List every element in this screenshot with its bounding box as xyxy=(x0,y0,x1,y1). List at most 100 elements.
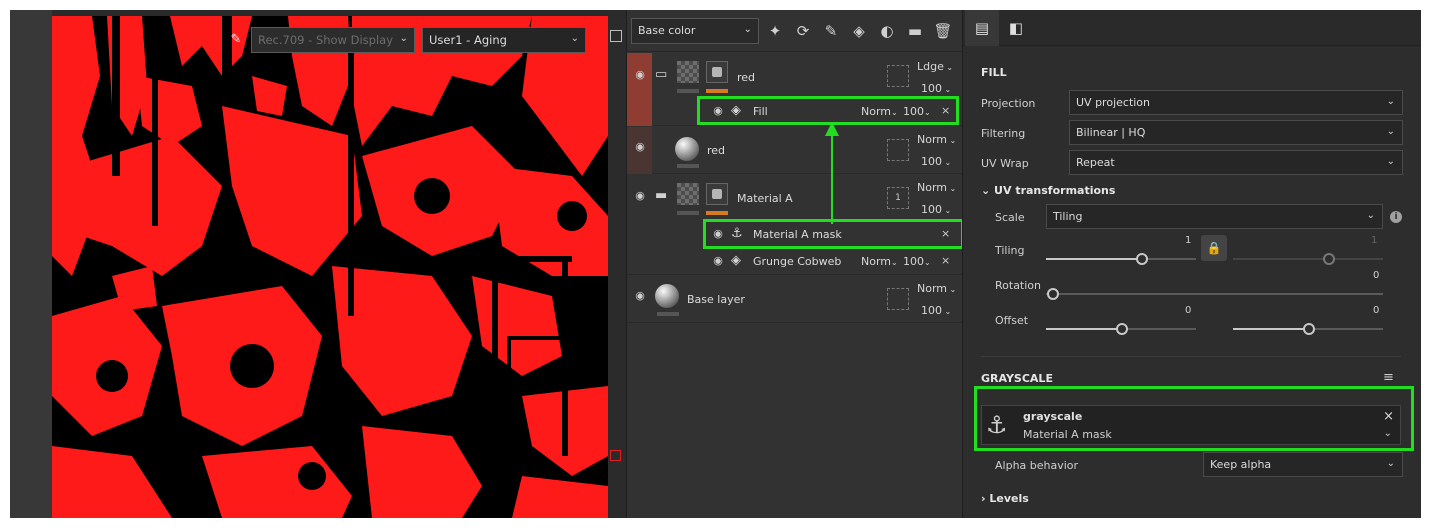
offset-label: Offset xyxy=(995,314,1029,327)
viewport-canvas[interactable] xyxy=(52,16,608,518)
projection-value: UV projection xyxy=(1076,96,1151,109)
folder-open-icon: ▭ xyxy=(655,67,668,82)
mask-texture-preview xyxy=(52,16,608,518)
colorspace-select-label: Rec.709 - Show Display xyxy=(258,33,394,47)
projection-select[interactable]: UV projection ⌄ xyxy=(1069,90,1403,115)
rotation-label: Rotation xyxy=(995,279,1042,292)
mask-thumbnail[interactable] xyxy=(706,183,728,205)
opacity-label: 100 xyxy=(921,203,942,216)
scale-select[interactable]: Tiling ⌄ xyxy=(1046,204,1383,229)
layer-content-placeholder xyxy=(887,288,909,310)
mask-thumbnail[interactable] xyxy=(706,61,728,83)
chevron-down-icon: ⌄ xyxy=(743,23,752,35)
offset-x-slider-knob[interactable] xyxy=(1116,323,1128,335)
filtering-label: Filtering xyxy=(981,127,1026,140)
viewport-left-margin xyxy=(10,10,52,518)
viewport-3d[interactable]: ✎ Rec.709 - Show Display ⌄ User1 - Aging… xyxy=(10,10,626,518)
blend-mode[interactable]: Ldge ⌄ xyxy=(917,60,953,73)
highlight-grayscale xyxy=(974,386,1414,451)
rotation-slider-track[interactable] xyxy=(1046,293,1383,295)
brush-icon[interactable]: ✎ xyxy=(819,19,843,43)
opacity[interactable]: 100 ⌄ xyxy=(921,82,951,95)
layer-name: Material A xyxy=(737,192,793,205)
opacity[interactable]: 100 ⌄ xyxy=(921,203,951,216)
eye-icon[interactable]: ◉ xyxy=(633,141,647,152)
layer-name: red xyxy=(707,144,726,157)
layer-content-placeholder xyxy=(887,139,909,161)
layer-row-red[interactable]: ◉ red Norm ⌄ 100 ⌄ xyxy=(627,127,963,174)
offset-y-value: 0 xyxy=(1373,305,1380,316)
info-icon[interactable]: i xyxy=(1390,211,1402,223)
add-effect-icon[interactable]: ⟳ xyxy=(791,19,815,43)
blend-mode[interactable]: Norm ⌄ xyxy=(917,181,956,194)
offset-x-slider-fill xyxy=(1046,328,1122,330)
eye-icon[interactable]: ◉ xyxy=(633,190,647,201)
menu-icon[interactable]: ≡ xyxy=(1383,370,1394,385)
chevron-down-icon: ⌄ xyxy=(1386,96,1395,107)
offset-y-slider-fill xyxy=(1233,328,1309,330)
eye-icon[interactable]: ◉ xyxy=(711,255,725,266)
layer-selected-indicator xyxy=(627,53,652,126)
offset-y-slider-knob[interactable] xyxy=(1303,323,1315,335)
channel-select[interactable]: Base color ⌄ xyxy=(631,17,759,44)
fill-section-title: FILL xyxy=(981,66,1007,79)
folder-icon: ▬ xyxy=(655,188,668,203)
lock-icon[interactable]: 🔒 xyxy=(1201,235,1227,261)
levels-header[interactable]: › Levels xyxy=(981,492,1029,505)
layer-thumbnail xyxy=(677,61,699,83)
levels-title: Levels xyxy=(989,492,1029,505)
close-icon[interactable]: × xyxy=(941,254,950,267)
offset-x-value: 0 xyxy=(1185,305,1192,316)
rotation-value: 0 xyxy=(1373,270,1380,281)
blend-mode-label: Norm xyxy=(917,133,948,146)
chevron-down-icon: ⌄ xyxy=(1386,458,1395,469)
layer-content-placeholder xyxy=(887,65,909,87)
mask-count: 1 xyxy=(895,193,901,203)
chevron-down-icon: ⌄ xyxy=(570,33,579,44)
layer-row-base-layer[interactable]: ◉ Base layer Norm ⌄ 100 ⌄ xyxy=(627,276,963,323)
blend-mode[interactable]: Norm⌄ xyxy=(861,255,898,268)
layers-panel: Base color ⌄ ✦ ⟳ ✎ ◈ ◐ ▬ 🗑 ◉ ▭ red Ldge … xyxy=(626,10,964,518)
panel-toggle-icon[interactable] xyxy=(610,30,622,42)
eye-icon[interactable]: ◉ xyxy=(633,69,647,80)
blend-mode[interactable]: Norm ⌄ xyxy=(917,282,956,295)
folder-icon[interactable]: ▬ xyxy=(903,19,927,43)
tab-properties[interactable]: ▤ xyxy=(965,10,999,46)
opacity[interactable]: 100 ⌄ xyxy=(921,155,951,168)
thumbnail-bar xyxy=(677,164,699,168)
filtering-select[interactable]: Bilinear | HQ ⌄ xyxy=(1069,120,1403,145)
uvwrap-label: UV Wrap xyxy=(981,157,1029,170)
colorspace-select[interactable]: Rec.709 - Show Display ⌄ xyxy=(251,27,415,53)
filtering-value: Bilinear | HQ xyxy=(1076,126,1146,139)
opacity[interactable]: 100 ⌄ xyxy=(921,304,951,317)
chevron-down-icon: ⌄ xyxy=(981,184,995,197)
grunge-effect-row[interactable]: ◉ ◈ Grunge Cobweb Norm⌄ 100⌄ × xyxy=(703,248,961,274)
eye-icon[interactable]: ◉ xyxy=(633,290,647,301)
blend-mode[interactable]: Norm ⌄ xyxy=(917,133,956,146)
display-edit-icon[interactable]: ✎ xyxy=(228,32,244,48)
rotation-slider-knob[interactable] xyxy=(1047,288,1059,300)
opacity-label: 100 xyxy=(903,255,924,268)
magic-wand-icon[interactable]: ✦ xyxy=(763,19,787,43)
material-ball-icon[interactable]: ◐ xyxy=(875,19,899,43)
trash-icon[interactable]: 🗑 xyxy=(931,19,955,43)
view-select[interactable]: User1 - Aging ⌄ xyxy=(422,27,586,53)
red-square-icon[interactable] xyxy=(610,450,621,461)
uvwrap-select[interactable]: Repeat ⌄ xyxy=(1069,150,1403,175)
thumbnail-bar xyxy=(677,211,699,215)
opacity-label: 100 xyxy=(921,304,942,317)
scale-label: Scale xyxy=(995,211,1025,224)
uv-transformations-header[interactable]: ⌄ UV transformations xyxy=(981,184,1115,197)
mask-active-bar xyxy=(706,211,728,215)
blend-mode-label: Norm xyxy=(917,181,948,194)
layers-toolbar: Base color ⌄ ✦ ⟳ ✎ ◈ ◐ ▬ 🗑 xyxy=(627,10,962,52)
tiling-slider-knob[interactable] xyxy=(1136,253,1148,265)
properties-icon: ▤ xyxy=(974,19,990,37)
layer-thumbnail xyxy=(677,183,699,205)
alpha-behavior-select[interactable]: Keep alpha ⌄ xyxy=(1203,452,1403,477)
opacity[interactable]: 100⌄ xyxy=(903,255,931,268)
chevron-down-icon: ⌄ xyxy=(1366,210,1375,221)
chevron-down-icon: ⌄ xyxy=(399,33,408,44)
tab-texture-set[interactable]: ◧ xyxy=(999,10,1033,46)
fill-bucket-icon[interactable]: ◈ xyxy=(847,19,871,43)
